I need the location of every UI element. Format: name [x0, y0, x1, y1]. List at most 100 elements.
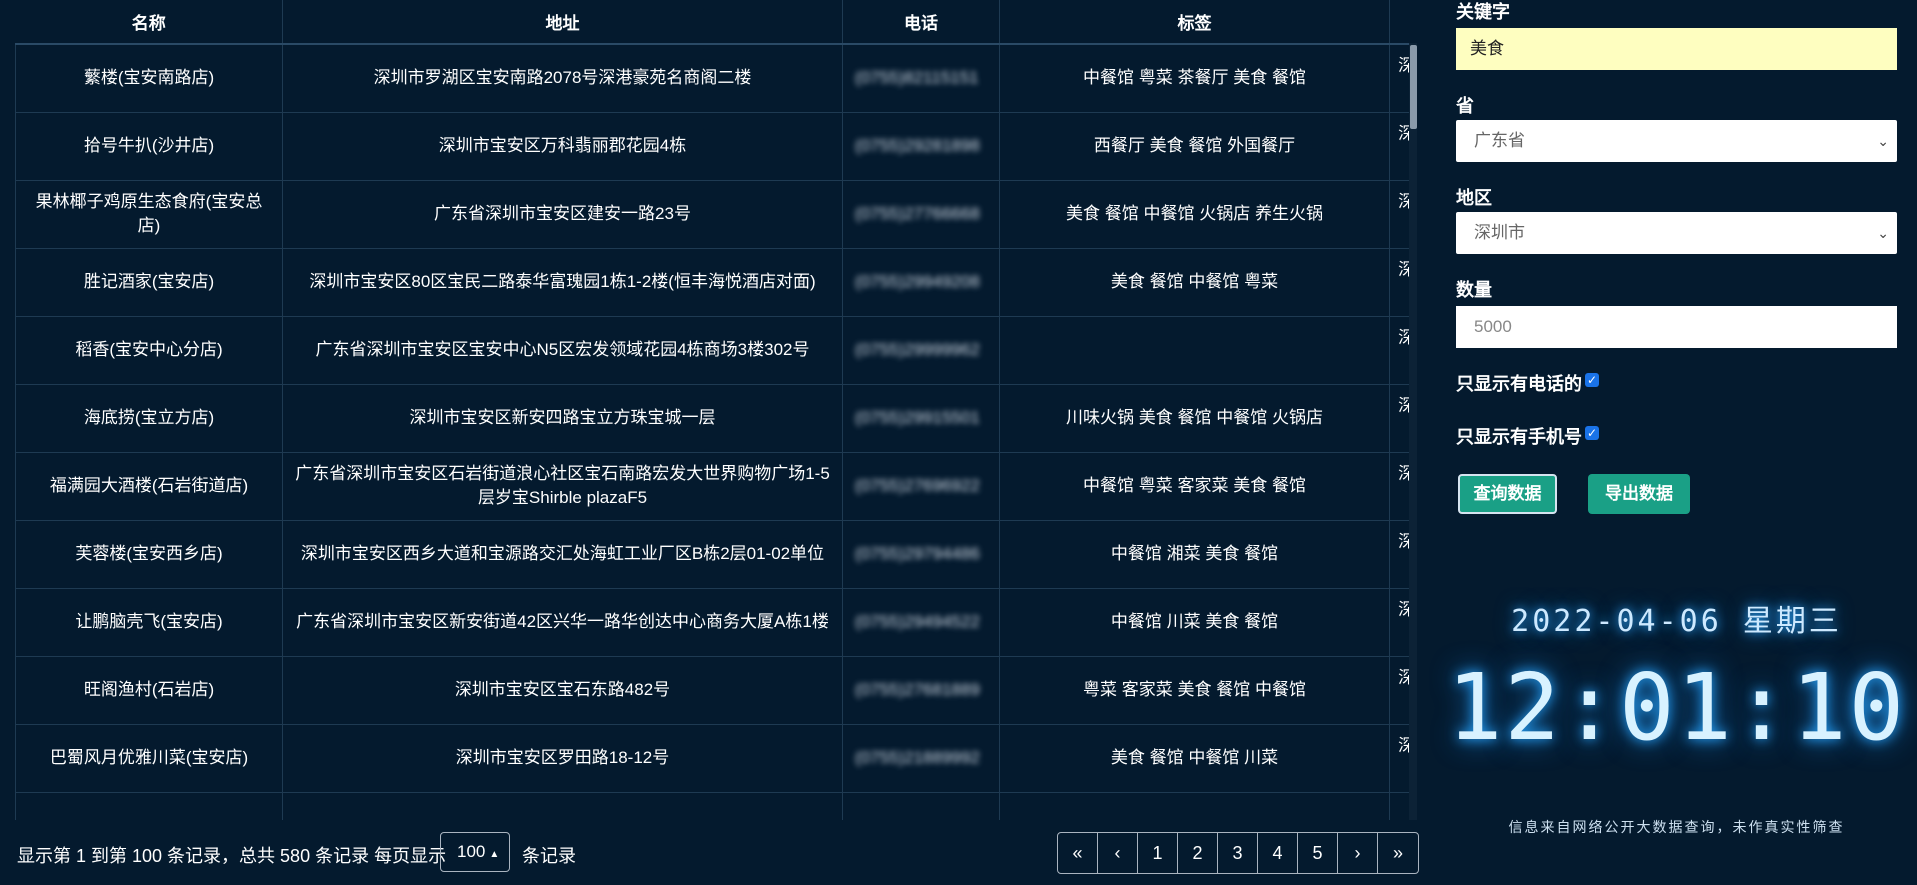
cell-name: 芙蓉楼(宝安西乡店): [15, 519, 283, 589]
cell-phone: (0755)29494522: [842, 587, 1000, 657]
page-1-button[interactable]: 1: [1138, 833, 1178, 873]
table-row[interactable]: 芙蓉楼(宝安西乡店) 深圳市宝安区西乡大道和宝源路交汇处海虹工业厂区B栋2层01-…: [15, 519, 1417, 589]
mobile-only-label: 只显示有手机号: [1456, 427, 1582, 447]
phone-number: (0755)21889992: [855, 748, 980, 767]
cell-address: 深圳市宝安区80区宝民二路泰华富瑰园1栋1-2楼(恒丰海悦酒店对面): [282, 247, 843, 317]
cell-name: 巴蜀风月优雅川菜(宝安店): [15, 723, 283, 793]
cell-address: 深圳市宝安区西乡大道和宝源路交汇处海虹工业厂区B栋2层01-02单位: [282, 519, 843, 589]
record-count-info: 显示第 1 到第 100 条记录，总共 580 条记录 每页显示: [17, 846, 447, 866]
province-select[interactable]: 广东省 ⌄: [1456, 120, 1897, 162]
page-4-button[interactable]: 4: [1258, 833, 1298, 873]
quantity-label: 数量: [1456, 280, 1492, 300]
phone-number: (0755)29915501: [855, 408, 980, 427]
cell-address: 深圳市宝安区新安四路宝立方珠宝城一层: [282, 383, 843, 453]
cell-tags: 川味火锅 美食 餐馆 中餐馆 火锅店: [999, 383, 1390, 453]
table-row[interactable]: 福满园大酒楼(石岩街道店) 广东省深圳市宝安区石岩街道浪心社区宝石南路宏发大世界购…: [15, 451, 1417, 521]
phone-number: (0755)27681889: [855, 680, 980, 699]
cell-name: 胜记酒家(宝安店): [15, 247, 283, 317]
disclaimer-text: 信息来自网络公开大数据查询，未作真实性筛查: [1508, 819, 1845, 835]
cell-address: 广东省深圳市宝安区宝安中心N5区宏发领域花园4栋商场3楼302号: [282, 315, 843, 385]
page-last-button[interactable]: »: [1378, 833, 1418, 873]
cell-phone: (0755)29794486: [842, 519, 1000, 589]
cell-phone: (0755)29915501: [842, 383, 1000, 453]
cell-phone: (0755)29281898: [842, 111, 1000, 181]
cell-address: 广东省深圳市宝安区石岩街道浪心社区宝石南路宏发大世界购物广场1-5层岁宝Shir…: [282, 451, 843, 521]
cell-name: 稻香(宝安中心分店): [15, 315, 283, 385]
cell-tags: 美食 餐馆 中餐馆 川菜: [999, 723, 1390, 793]
table-row[interactable]: 旺阁渔村(石岩店) 深圳市宝安区宝石东路482号 (0755)27681889 粤菜 …: [15, 655, 1417, 725]
table-scrollbar-thumb[interactable]: [1410, 45, 1417, 129]
province-label: 省: [1456, 96, 1474, 116]
column-header-region[interactable]: 地区: [1389, 0, 1417, 45]
cell-name: 让鹏脑壳飞(宝安店): [15, 587, 283, 657]
page-5-button[interactable]: 5: [1298, 833, 1338, 873]
page-next-button[interactable]: ›: [1338, 833, 1378, 873]
cell-phone: [842, 791, 1000, 820]
phone-number: (0755)27696922: [855, 476, 980, 495]
table-row[interactable]: 拾号牛扒(沙井店) 深圳市宝安区万科翡丽郡花园4栋 (0755)29281898 西餐…: [15, 111, 1417, 181]
table-row[interactable]: 胜记酒家(宝安店) 深圳市宝安区80区宝民二路泰华富瑰园1栋1-2楼(恒丰海悦酒店…: [15, 247, 1417, 317]
quantity-input[interactable]: 5000: [1456, 306, 1897, 348]
column-header-phone[interactable]: 电话: [842, 0, 1000, 45]
cell-address: 深圳市宝安区罗田路18-12号: [282, 723, 843, 793]
cell-phone: (0755)21889992: [842, 723, 1000, 793]
table-row[interactable]: 让鹏脑壳飞(宝安店) 广东省深圳市宝安区新安街道42区兴华一路华创达中心商务大厦A…: [15, 587, 1417, 657]
query-button[interactable]: 查询数据: [1458, 474, 1557, 514]
keyword-label: 关键字: [1456, 2, 1510, 22]
cell-phone: (0755)27681889: [842, 655, 1000, 725]
table-row[interactable]: 巴蜀风月优雅川菜(宝安店) 深圳市宝安区罗田路18-12号 (0755)218899…: [15, 723, 1417, 793]
page-2-button[interactable]: 2: [1178, 833, 1218, 873]
cell-phone: (0755)27696922: [842, 451, 1000, 521]
page-3-button[interactable]: 3: [1218, 833, 1258, 873]
phone-only-label: 只显示有电话的: [1456, 374, 1582, 394]
cell-phone: (0755)82115151: [842, 43, 1000, 113]
export-button[interactable]: 导出数据: [1588, 474, 1690, 514]
cell-tags: 美食 餐馆 中餐馆 粤菜: [999, 247, 1390, 317]
cell-address: 广东省深圳市宝安区新安街道42区兴华一路华创达中心商务大厦A栋1楼: [282, 587, 843, 657]
cell-name: 蘩楼(宝安南路店): [15, 43, 283, 113]
column-header-tags[interactable]: 标签: [999, 0, 1390, 45]
phone-number: (0755)29794486: [855, 544, 980, 563]
city-label: 地区: [1456, 188, 1492, 208]
cell-address: 深圳市宝安区万科翡丽郡花园4栋: [282, 111, 843, 181]
table-scrollbar[interactable]: [1409, 43, 1417, 820]
cell-phone: (0755)29949208: [842, 247, 1000, 317]
column-header-name[interactable]: 名称: [15, 0, 283, 45]
phone-number: (0755)82115151: [855, 68, 979, 88]
cell-name: 拾号牛扒(沙井店): [15, 111, 283, 181]
page-first-button[interactable]: «: [1058, 833, 1098, 873]
phone-only-checkbox[interactable]: ✓: [1585, 373, 1599, 387]
cell-name: [15, 791, 283, 820]
clock-time: 12:01:10: [1446, 654, 1907, 761]
phone-number: (0755)29949208: [855, 272, 980, 291]
caret-up-icon: ▲: [489, 849, 500, 860]
city-select[interactable]: 深圳市 ⌄: [1456, 212, 1897, 254]
cell-name: 海底捞(宝立方店): [15, 383, 283, 453]
column-header-address[interactable]: 地址: [282, 0, 843, 45]
phone-number: (0755)29999962: [855, 340, 980, 359]
table-row[interactable]: 稻香(宝安中心分店) 广东省深圳市宝安区宝安中心N5区宏发领域花园4栋商场3楼30…: [15, 315, 1417, 385]
cell-tags: [999, 791, 1390, 820]
chevron-down-icon: ⌄: [1877, 133, 1889, 149]
table-row[interactable]: [15, 791, 1417, 820]
page-prev-button[interactable]: ‹: [1098, 833, 1138, 873]
cell-name: 果林椰子鸡原生态食府(宝安总店): [15, 179, 283, 249]
table-header-row: 名称 地址 电话 标签 地区: [15, 0, 1417, 45]
table-row[interactable]: 海底捞(宝立方店) 深圳市宝安区新安四路宝立方珠宝城一层 (0755)2991550…: [15, 383, 1417, 453]
page-size-dropdown[interactable]: 100 ▲: [440, 832, 510, 872]
province-select-value: 广东省: [1474, 131, 1525, 150]
keyword-input[interactable]: 美食: [1456, 28, 1897, 70]
table-row[interactable]: 果林椰子鸡原生态食府(宝安总店) 广东省深圳市宝安区建安一路23号 (0755)27…: [15, 179, 1417, 249]
cell-tags: 西餐厅 美食 餐馆 外国餐厅: [999, 111, 1390, 181]
cell-tags: 中餐馆 湘菜 美食 餐馆: [999, 519, 1390, 589]
page-size-value: 100: [457, 842, 486, 861]
mobile-only-checkbox[interactable]: ✓: [1585, 426, 1599, 440]
cell-address: 深圳市宝安区宝石东路482号: [282, 655, 843, 725]
table-row[interactable]: 蘩楼(宝安南路店) 深圳市罗湖区宝安南路2078号深港豪苑名商阁二楼 (0755)8…: [15, 43, 1417, 113]
cell-phone: (0755)27766668: [842, 179, 1000, 249]
cell-name: 旺阁渔村(石岩店): [15, 655, 283, 725]
cell-address: 深圳市罗湖区宝安南路2078号深港豪苑名商阁二楼: [282, 43, 843, 113]
chevron-down-icon: ⌄: [1877, 225, 1889, 241]
cell-tags: 中餐馆 粤菜 客家菜 美食 餐馆: [999, 451, 1390, 521]
cell-tags: [999, 315, 1390, 385]
